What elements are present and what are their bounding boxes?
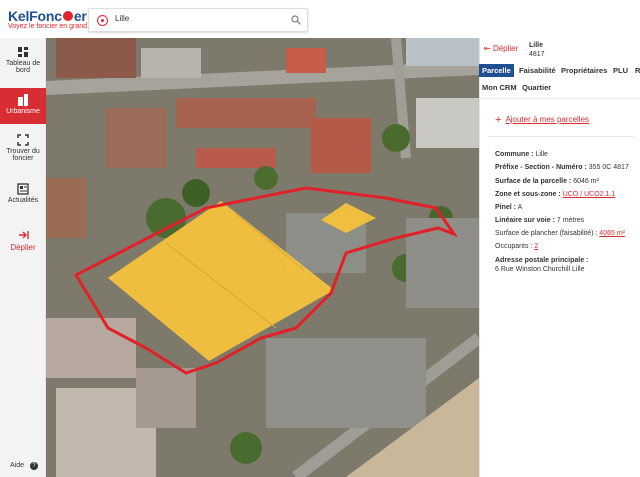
parcel-header: Lille 4817 bbox=[529, 42, 545, 58]
zone-link[interactable]: UCO / UCO2.1.1 bbox=[563, 191, 616, 198]
lineaire-row: Linéaire sur voie : 7 mètres bbox=[495, 217, 585, 224]
nav-item-trouver-foncier[interactable]: Trouver du foncier bbox=[0, 134, 46, 170]
buildings-icon bbox=[18, 94, 28, 106]
tab-faisabilite[interactable]: Faisabilité bbox=[519, 66, 556, 75]
tab-r[interactable]: R bbox=[635, 66, 640, 75]
tabs-divider bbox=[479, 98, 640, 99]
pinel-row: Pinel : A bbox=[495, 204, 523, 211]
expand-left-icon: ⇤ bbox=[484, 44, 493, 53]
search-bar[interactable] bbox=[88, 8, 308, 32]
logo-tagline: Voyez le foncier en grand bbox=[8, 23, 87, 30]
search-icon[interactable] bbox=[291, 15, 301, 25]
panel-deplier-button[interactable]: ⇤ Déplier bbox=[484, 44, 518, 53]
adresse-row: Adresse postale principale :6 Rue Winsto… bbox=[495, 257, 589, 273]
logo-dot-icon bbox=[62, 11, 73, 21]
plus-icon: + bbox=[495, 114, 502, 126]
aerial-map[interactable] bbox=[46, 38, 479, 477]
nav-item-urbanisme[interactable]: Urbanisme bbox=[0, 88, 46, 124]
plancher-row: Surface de plancher (faisabilité) : 4065… bbox=[495, 230, 625, 237]
locate-target-icon[interactable] bbox=[97, 15, 108, 26]
expand-right-icon bbox=[19, 231, 29, 239]
nav-item-actualites[interactable]: Actualités bbox=[0, 183, 46, 209]
map-canvas bbox=[46, 38, 479, 477]
occupants-link[interactable]: 2 bbox=[534, 243, 538, 250]
nav-item-dashboard[interactable]: Tableau de bord bbox=[0, 46, 46, 82]
commune-row: Commune : Lille bbox=[495, 151, 548, 158]
expand-icon bbox=[17, 134, 29, 146]
zone-row: Zone et sous-zone : UCO / UCO2.1.1 bbox=[495, 191, 616, 198]
help-icon: ? bbox=[30, 462, 39, 470]
tab-quartier[interactable]: Quartier bbox=[522, 83, 551, 92]
tab-parcelle[interactable]: Parcelle bbox=[479, 64, 514, 77]
news-icon bbox=[17, 183, 29, 195]
dashboard-icon bbox=[18, 47, 28, 57]
divider bbox=[488, 136, 634, 137]
plancher-link[interactable]: 4065 m² bbox=[599, 230, 625, 237]
occupants-row: Occupants : 2 bbox=[495, 243, 539, 250]
add-to-parcels-link[interactable]: + Ajouter à mes parcelles bbox=[495, 114, 589, 126]
tab-proprietaires[interactable]: Propriétaires bbox=[561, 66, 607, 75]
surface-row: Surface de la parcelle : 6046 m² bbox=[495, 178, 599, 185]
nav-deplier-button[interactable]: Déplier bbox=[0, 229, 46, 259]
prefixe-row: Préfixe - Section - Numéro : 355 0C 4817 bbox=[495, 164, 629, 171]
search-input[interactable] bbox=[115, 14, 275, 23]
tab-mon-crm[interactable]: Mon CRM bbox=[482, 83, 517, 92]
help-link[interactable]: Aide? bbox=[10, 462, 39, 470]
tab-plu[interactable]: PLU bbox=[613, 66, 628, 75]
